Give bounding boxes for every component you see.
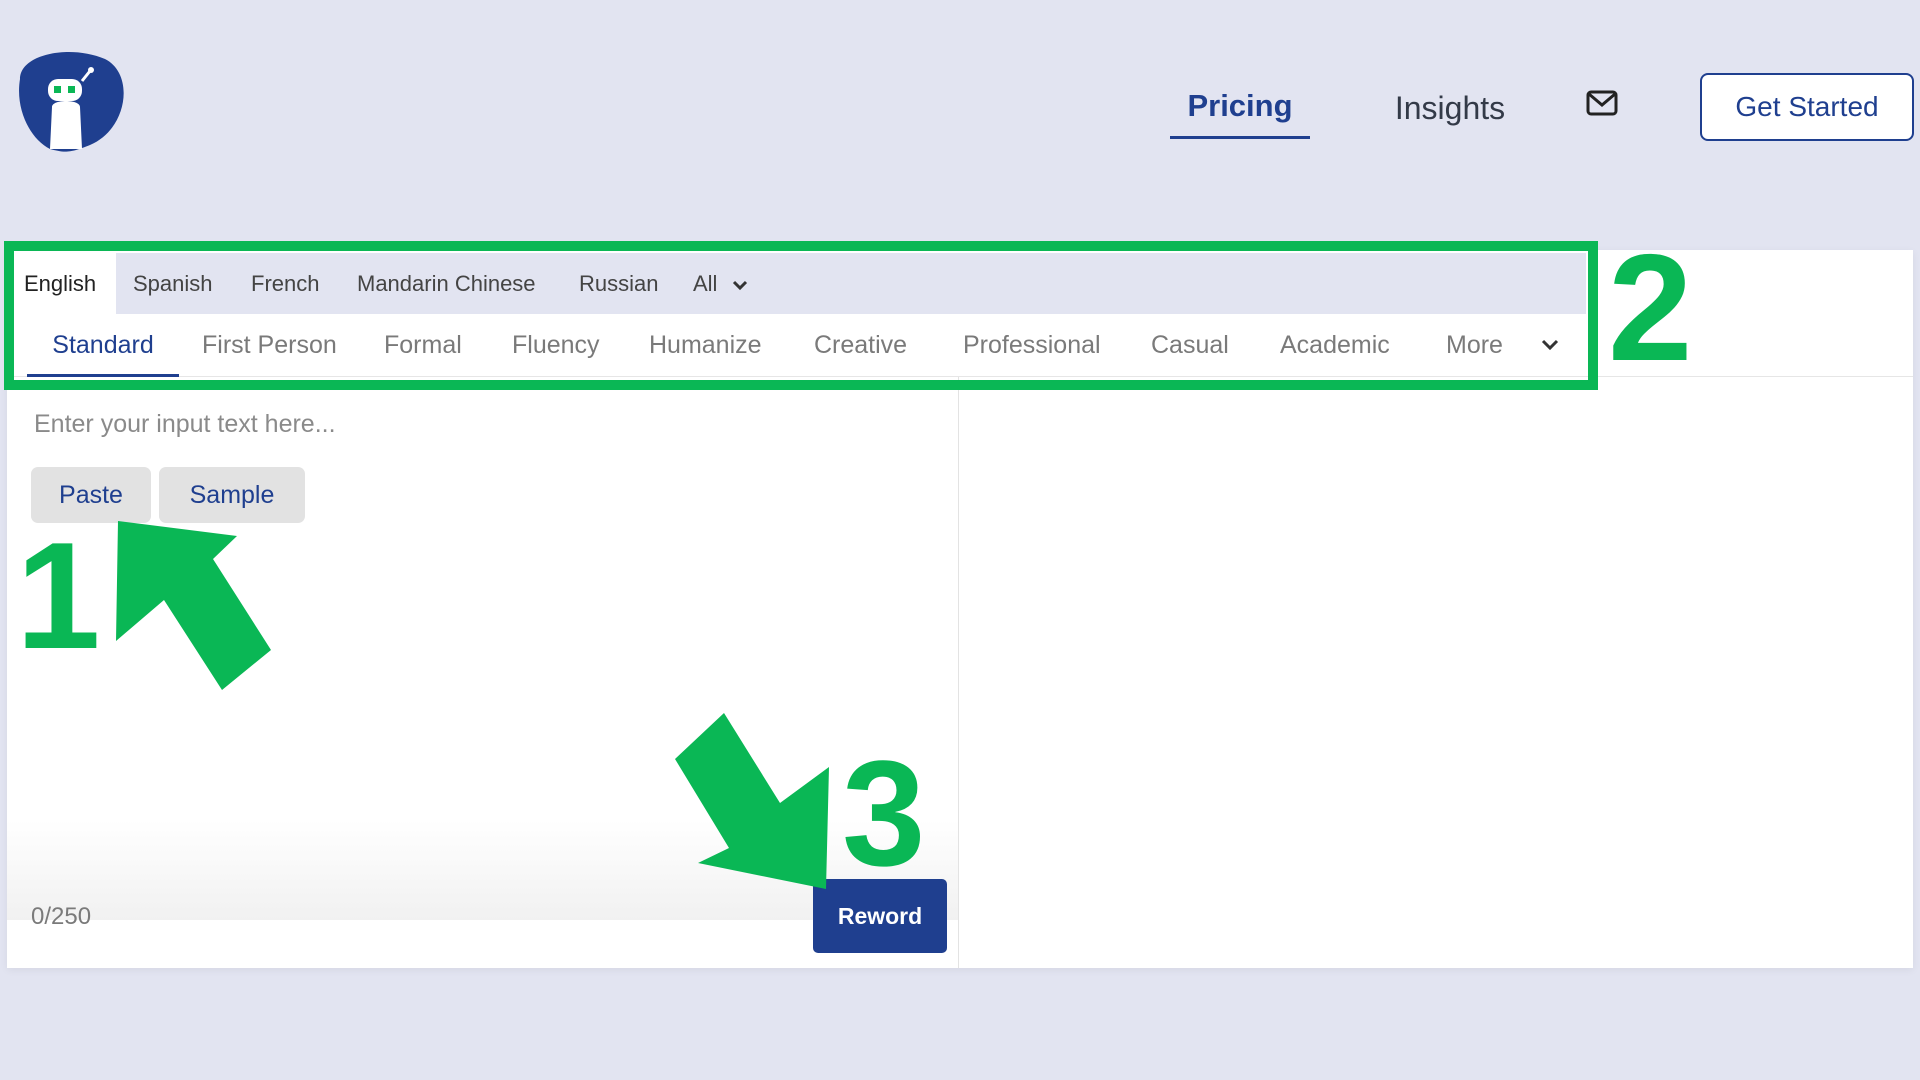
highlight-box — [4, 241, 1598, 390]
annotation-number-2: 2 — [1608, 223, 1693, 393]
annotation-number-3: 3 — [842, 729, 926, 897]
sample-button[interactable]: Sample — [159, 467, 305, 523]
nav-pricing[interactable]: Pricing — [1170, 84, 1310, 139]
character-count: 0/250 — [31, 903, 92, 930]
nav-insights[interactable]: Insights — [1380, 84, 1520, 132]
get-started-button[interactable]: Get Started — [1700, 73, 1914, 141]
mail-icon[interactable] — [1586, 90, 1618, 116]
panel-divider — [958, 377, 959, 968]
annotation-number-1: 1 — [16, 511, 101, 681]
robot-logo-icon[interactable] — [10, 49, 124, 153]
input-text-area[interactable]: Enter your input text here... — [34, 410, 336, 439]
